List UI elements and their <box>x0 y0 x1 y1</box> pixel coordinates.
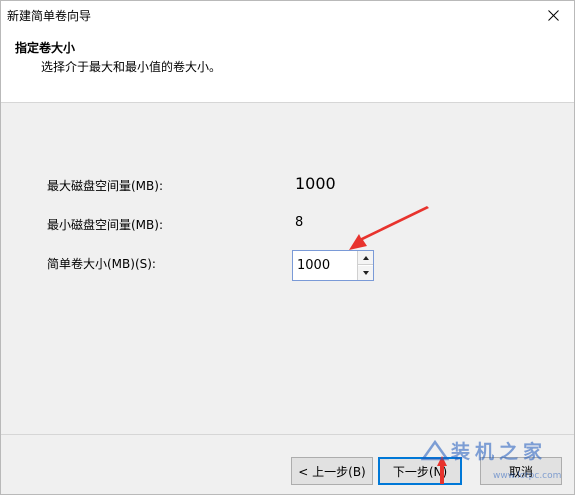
max-space-value: 1000 <box>295 174 336 193</box>
chevron-up-icon <box>362 255 369 260</box>
close-button[interactable] <box>532 1 574 29</box>
wizard-content: 最大磁盘空间量(MB): 1000 最小磁盘空间量(MB): 8 简单卷大小(M… <box>1 104 574 434</box>
wizard-header: 指定卷大小 选择介于最大和最小值的卷大小。 <box>1 29 574 103</box>
max-space-label: 最大磁盘空间量(MB): <box>47 179 163 193</box>
page-subtitle: 选择介于最大和最小值的卷大小。 <box>41 60 222 74</box>
cancel-button[interactable]: 取消 <box>480 457 562 485</box>
stepper-buttons <box>357 251 373 280</box>
stepper-up-button[interactable] <box>358 251 373 265</box>
volume-size-label: 简单卷大小(MB)(S): <box>47 257 156 271</box>
volume-size-stepper[interactable] <box>292 250 374 281</box>
wizard-footer: < 上一步(B) 下一步(N) 取消 <box>1 434 574 494</box>
min-space-label: 最小磁盘空间量(MB): <box>47 218 163 232</box>
close-icon <box>547 9 559 21</box>
window-title: 新建简单卷向导 <box>7 9 92 23</box>
back-button[interactable]: < 上一步(B) <box>291 457 373 485</box>
page-title: 指定卷大小 <box>15 41 76 55</box>
next-button[interactable]: 下一步(N) <box>378 457 462 485</box>
stepper-down-button[interactable] <box>358 266 373 280</box>
min-space-value: 8 <box>295 215 304 230</box>
wizard-window: 新建简单卷向导 指定卷大小 选择介于最大和最小值的卷大小。 最大磁盘空间量(MB… <box>0 0 575 495</box>
title-bar: 新建简单卷向导 <box>1 1 574 29</box>
chevron-down-icon <box>362 271 369 275</box>
volume-size-input[interactable] <box>293 251 357 280</box>
